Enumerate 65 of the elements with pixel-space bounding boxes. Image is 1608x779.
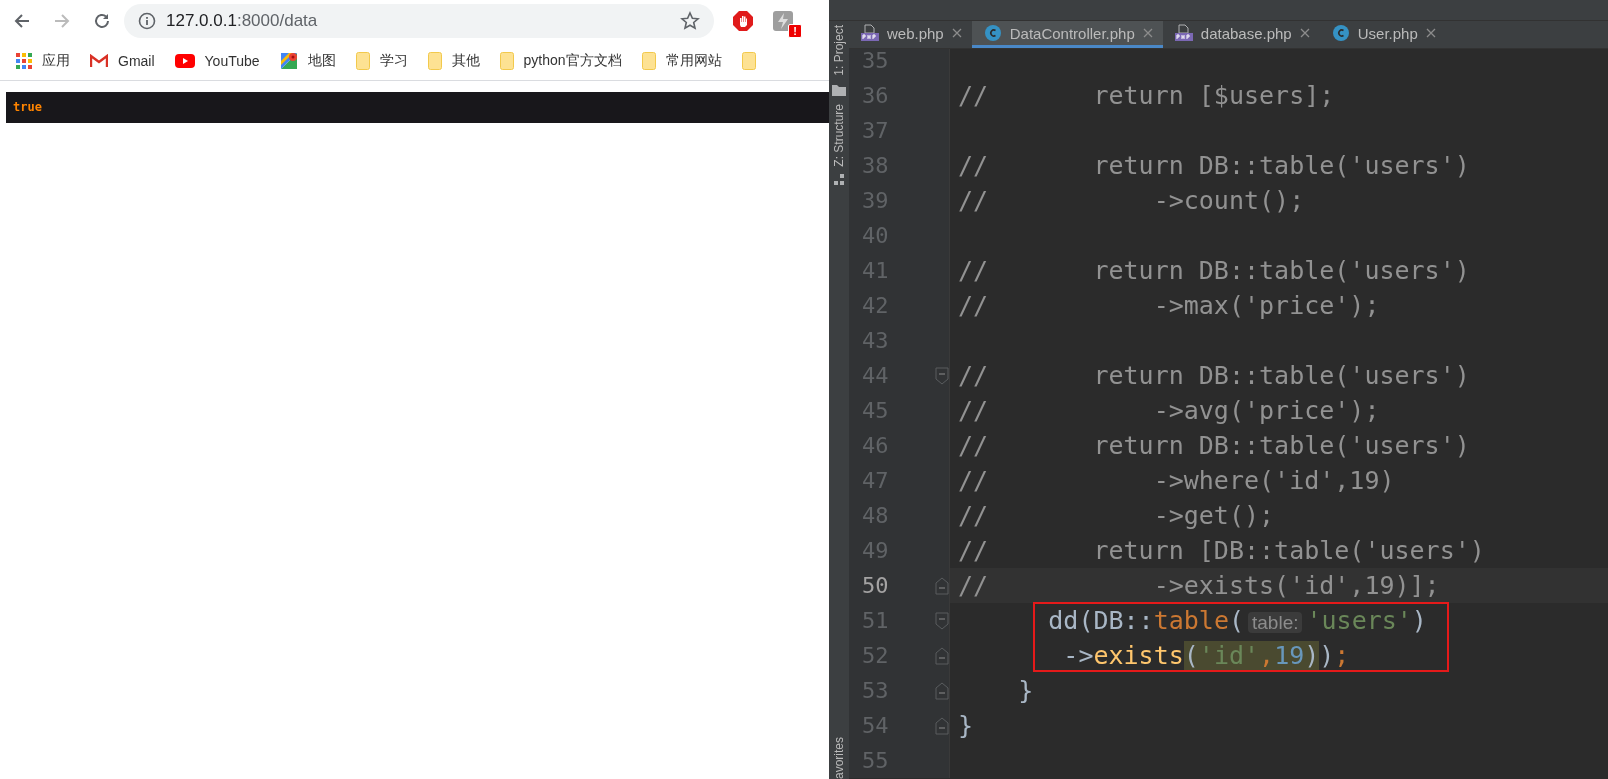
dump-output: true (6, 92, 829, 123)
bookmark-item[interactable]: python官方文档 (499, 51, 622, 70)
folder-icon (499, 51, 514, 70)
code-line: // ->count(); (958, 186, 1305, 215)
folder-icon (427, 51, 442, 70)
bookmark-item[interactable]: 地图 (279, 51, 336, 70)
fold-marker-icon[interactable] (935, 681, 949, 700)
fold-marker-icon[interactable] (935, 646, 949, 665)
code-line: // return DB::table('users') (958, 431, 1470, 460)
close-icon[interactable] (1425, 28, 1436, 38)
code-line: // return [DB::table('users') (958, 536, 1485, 565)
code-line: // return [$users]; (958, 81, 1335, 110)
apps-grid-icon (16, 52, 32, 69)
map-pin-icon (279, 51, 298, 70)
bookmark-item[interactable]: YouTube (174, 52, 260, 69)
bookmark-item[interactable]: 其他 (427, 51, 480, 70)
folder-icon (832, 83, 846, 96)
structure-icon (833, 174, 845, 187)
folder-icon (641, 51, 656, 70)
close-icon[interactable] (951, 28, 962, 38)
play-button-icon (174, 53, 195, 68)
editor-tab[interactable]: web.php (849, 21, 972, 48)
address-bar[interactable]: 127.0.0.1:8000/data (124, 3, 714, 38)
bookmark-item[interactable]: Gmail (90, 52, 155, 69)
code-line: // ->where('id',19) (958, 466, 1395, 495)
fold-marker-icon[interactable] (935, 366, 949, 385)
fold-marker-icon[interactable] (935, 611, 949, 630)
envelope-m-icon (90, 53, 108, 68)
extension-icon[interactable] (772, 9, 794, 32)
close-icon[interactable] (1299, 28, 1310, 38)
tool-window-tab[interactable]: 1: Project (832, 25, 846, 76)
folder-icon (355, 51, 370, 70)
editor-tab[interactable]: database.php (1162, 21, 1320, 48)
folder-icon (741, 51, 756, 70)
close-icon[interactable] (1142, 28, 1153, 38)
extension-badge: ! (788, 23, 802, 38)
code-line: // ->max('price'); (958, 291, 1380, 320)
fold-marker-icon[interactable] (935, 576, 949, 595)
code-line: } (958, 711, 974, 740)
tool-window-tab[interactable]: Z: Structure (832, 103, 846, 167)
editor-tab[interactable]: User.php (1319, 21, 1446, 48)
code-line: // return DB::table('users') (958, 151, 1470, 180)
code-line: // ->get(); (958, 501, 1275, 530)
code-editor[interactable] (849, 49, 1608, 779)
code-line: ->exists('id',19)); (1062, 641, 1350, 670)
bookmark-item[interactable]: 应用 (16, 51, 70, 70)
editor-tab[interactable]: DataController.php (971, 21, 1163, 48)
php-file-icon (1174, 24, 1193, 42)
class-icon (983, 24, 1002, 42)
class-icon (1331, 24, 1350, 42)
tool-window-tab[interactable]: avorites (832, 736, 846, 779)
php-file-icon (861, 24, 879, 42)
code-line: // ->avg('price'); (958, 396, 1380, 425)
code-line: // return DB::table('users') (958, 256, 1470, 285)
bookmark-item[interactable]: 常用网站 (641, 51, 722, 70)
star-icon[interactable] (680, 10, 700, 31)
bookmark-item[interactable]: 学习 (355, 51, 408, 70)
line-number: 50 (861, 573, 890, 598)
code-line: // return DB::table('users') (958, 361, 1470, 390)
code-line: } (1017, 676, 1034, 705)
info-icon[interactable] (138, 11, 156, 30)
stop-sign-icon[interactable] (732, 9, 754, 32)
code-line: dd(DB::table( table: 'users') (1047, 606, 1427, 635)
fold-marker-icon[interactable] (935, 716, 949, 735)
code-line: // ->exists('id',19)]; (958, 571, 1440, 600)
